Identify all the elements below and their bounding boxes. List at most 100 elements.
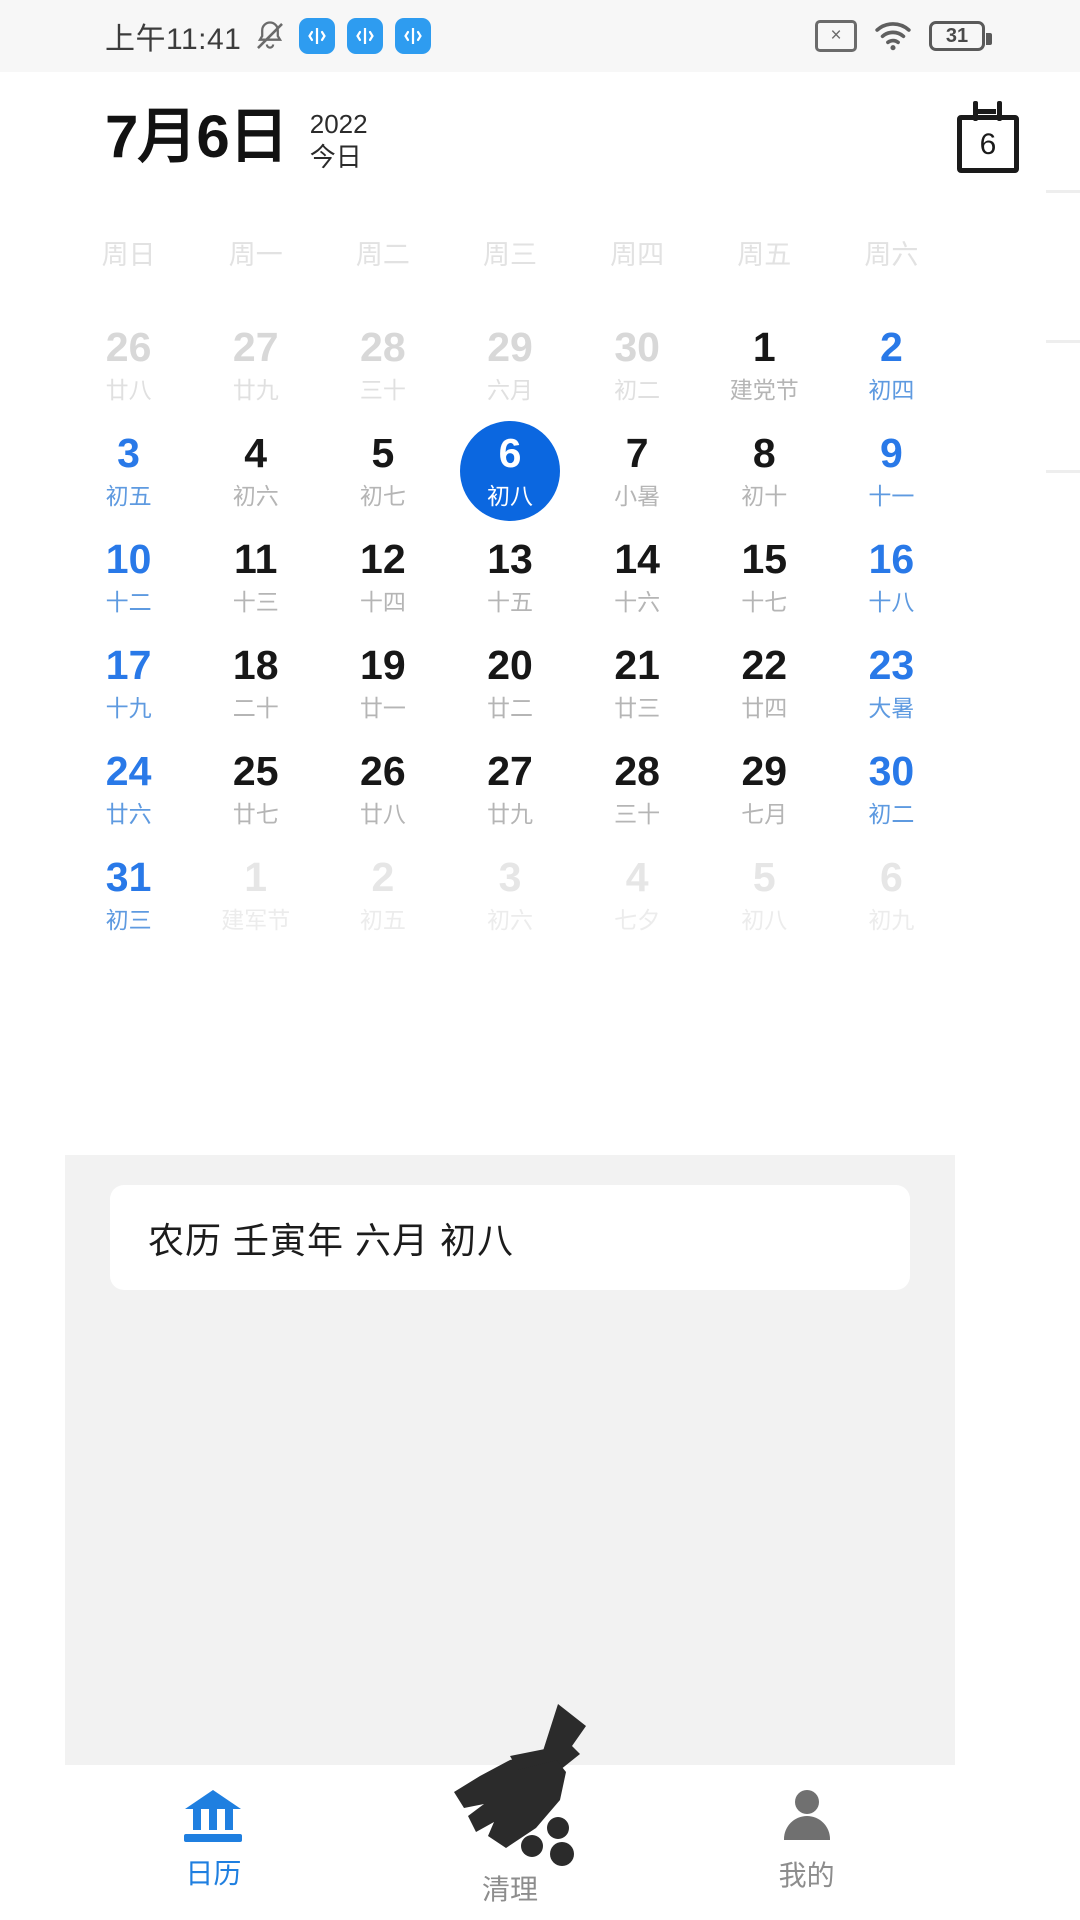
calendar-day-cell-2-0[interactable]: 10 十二 xyxy=(65,524,192,630)
status-time: 上午11:41 xyxy=(105,14,241,58)
calendar-day-cell-1-4[interactable]: 7小暑 xyxy=(574,418,701,524)
calendar-day-cell-2-4[interactable]: 14 十六 xyxy=(574,524,701,630)
page-title: 7月6日 xyxy=(105,107,288,167)
bank-base-shape xyxy=(184,1834,242,1842)
nav-item-clean[interactable]: 清理 xyxy=(362,1768,659,1920)
bell-muted-icon xyxy=(253,19,287,53)
weekday-label-3: 周三 xyxy=(446,222,573,282)
calendar-day-cell-5-0[interactable]: 31初三 xyxy=(65,841,192,947)
bank-column-1 xyxy=(193,1806,201,1830)
calendar-day-cell-4-0[interactable]: 24廿六 xyxy=(65,735,192,841)
day-lunar-label: 廿六 xyxy=(106,803,152,826)
day-lunar-label: 初五 xyxy=(106,485,152,508)
day-number: 22 xyxy=(741,645,787,686)
calendar-day-cell-4-2[interactable]: 26廿八 xyxy=(319,735,446,841)
calendar-day-cell-1-1[interactable]: 4初六 xyxy=(192,418,319,524)
day-lunar-label: 六月 xyxy=(487,379,533,402)
day-lunar-label: 十八 xyxy=(868,591,914,614)
day-lunar-label: 十六 xyxy=(614,591,660,614)
calendar-icon: 6 xyxy=(957,115,1019,173)
day-lunar-label: 初十 xyxy=(741,485,787,508)
calendar-day-cell-5-5[interactable]: 5 初八 xyxy=(701,841,828,947)
day-lunar-label: 三十 xyxy=(614,803,660,826)
calendar-day-cell-0-1[interactable]: 27廿九 xyxy=(192,312,319,418)
calendar-day-cell-4-1[interactable]: 25廿七 xyxy=(192,735,319,841)
day-lunar-label: 初八 xyxy=(741,909,787,932)
day-lunar-label: 三十 xyxy=(360,379,406,402)
day-number: 1 xyxy=(753,327,776,368)
calendar-day-cell-2-1[interactable]: 11十三 xyxy=(192,524,319,630)
app-chip-icon-2 xyxy=(347,18,383,54)
app-chip-icon-1 xyxy=(299,18,335,54)
calendar-day-cell-4-6[interactable]: 30初二 xyxy=(828,735,955,841)
day-number: 15 xyxy=(741,539,787,580)
calendar-day-cell-4-4[interactable]: 28三十 xyxy=(574,735,701,841)
day-lunar-label: 十二 xyxy=(106,591,152,614)
calendar-day-cell-2-6[interactable]: 16十八 xyxy=(828,524,955,630)
capture-artifact-2 xyxy=(1046,340,1080,343)
calendar-day-cell-5-4[interactable]: 4七夕 xyxy=(574,841,701,947)
person-head-shape xyxy=(795,1790,819,1814)
app-chip-icon-3 xyxy=(395,18,431,54)
calendar-day-cell-4-3[interactable]: 27 廿九 xyxy=(446,735,573,841)
bank-calendar-icon xyxy=(184,1790,242,1842)
day-number: 27 xyxy=(487,751,533,792)
day-lunar-label: 初八 xyxy=(487,485,533,508)
sim-x-label: × xyxy=(830,25,841,47)
nav-item-profile[interactable]: 我的 xyxy=(658,1768,955,1920)
battery-icon: 31 xyxy=(929,21,985,51)
battery-level-label: 31 xyxy=(946,26,968,46)
calendar-day-cell-2-5[interactable]: 15十七 xyxy=(701,524,828,630)
calendar-day-cell-5-6[interactable]: 6初九 xyxy=(828,841,955,947)
calendar-day-cell-5-2[interactable]: 2初五 xyxy=(319,841,446,947)
calendar-day-cell-0-2[interactable]: 28三十 xyxy=(319,312,446,418)
calendar-day-cell-3-2[interactable]: 19廿一 xyxy=(319,630,446,736)
day-number: 5 xyxy=(753,857,776,898)
calendar-day-cell-2-3[interactable]: 13十五 xyxy=(446,524,573,630)
calendar-day-cell-0-3[interactable]: 29六月 xyxy=(446,312,573,418)
calendar-day-cell-3-4[interactable]: 21廿三 xyxy=(574,630,701,736)
calendar-day-cell-3-0[interactable]: 17十九 xyxy=(65,630,192,736)
day-number: 21 xyxy=(614,645,660,686)
calendar-day-cell-3-5[interactable]: 22廿四 xyxy=(701,630,828,736)
day-number: 2 xyxy=(880,327,903,368)
day-lunar-label: 建军节 xyxy=(221,909,290,932)
day-number: 3 xyxy=(499,857,522,898)
lunar-date-card[interactable]: 农历 壬寅年 六月 初八 xyxy=(110,1185,910,1290)
calendar-day-cell-0-0[interactable]: 26廿八 xyxy=(65,312,192,418)
day-number: 14 xyxy=(614,539,660,580)
calendar-day-cell-0-5[interactable]: 1建党节 xyxy=(701,312,828,418)
day-lunar-label: 廿九 xyxy=(487,803,533,826)
today-calendar-button[interactable]: 6 xyxy=(953,99,1025,175)
day-number: 4 xyxy=(626,857,649,898)
calendar-day-cell-1-5[interactable]: 8初十 xyxy=(701,418,828,524)
calendar-day-cell-3-1[interactable]: 18二十 xyxy=(192,630,319,736)
sim-card-missing-icon: × xyxy=(815,20,857,52)
header-subtitle: 2022 今日 xyxy=(310,108,368,175)
calendar-day-cell-3-3[interactable]: 20廿二 xyxy=(446,630,573,736)
day-number: 10 xyxy=(106,539,152,580)
nav-item-calendar[interactable]: 日历 xyxy=(65,1768,362,1920)
calendar-day-cell-5-1[interactable]: 1 建军节 xyxy=(192,841,319,947)
calendar-day-cell-0-4[interactable]: 30初二 xyxy=(574,312,701,418)
calendar-day-cell-5-3[interactable]: 3初六 xyxy=(446,841,573,947)
day-lunar-label: 初五 xyxy=(360,909,406,932)
calendar-day-cell-1-6[interactable]: 9十一 xyxy=(828,418,955,524)
day-lunar-label: 廿二 xyxy=(487,697,533,720)
calendar-day-cell-3-6[interactable]: 23大暑 xyxy=(828,630,955,736)
calendar-day-cell-1-2[interactable]: 5初七 xyxy=(319,418,446,524)
day-number: 1 xyxy=(244,857,267,898)
calendar-day-cell-4-5[interactable]: 29七月 xyxy=(701,735,828,841)
page-header: 7月6日 2022 今日 6 xyxy=(0,72,1080,202)
day-lunar-label: 十九 xyxy=(106,697,152,720)
calendar-day-cell-1-0[interactable]: 3初五 xyxy=(65,418,192,524)
calendar-day-cell-2-2[interactable]: 12十四 xyxy=(319,524,446,630)
day-lunar-label: 廿九 xyxy=(233,379,279,402)
bottom-navigation-bar[interactable]: 日历 清理 我的 xyxy=(65,1768,955,1920)
calendar-grid[interactable]: 26廿八27廿九28三十29六月30初二1建党节2初四3初五4初六5初七6初八7… xyxy=(65,312,955,947)
calendar-day-cell-1-3[interactable]: 6初八 xyxy=(446,418,573,524)
weekday-label-2: 周二 xyxy=(319,222,446,282)
calendar-day-cell-0-6[interactable]: 2初四 xyxy=(828,312,955,418)
calendar-top-bar-icon xyxy=(978,109,996,114)
day-number: 26 xyxy=(360,751,406,792)
